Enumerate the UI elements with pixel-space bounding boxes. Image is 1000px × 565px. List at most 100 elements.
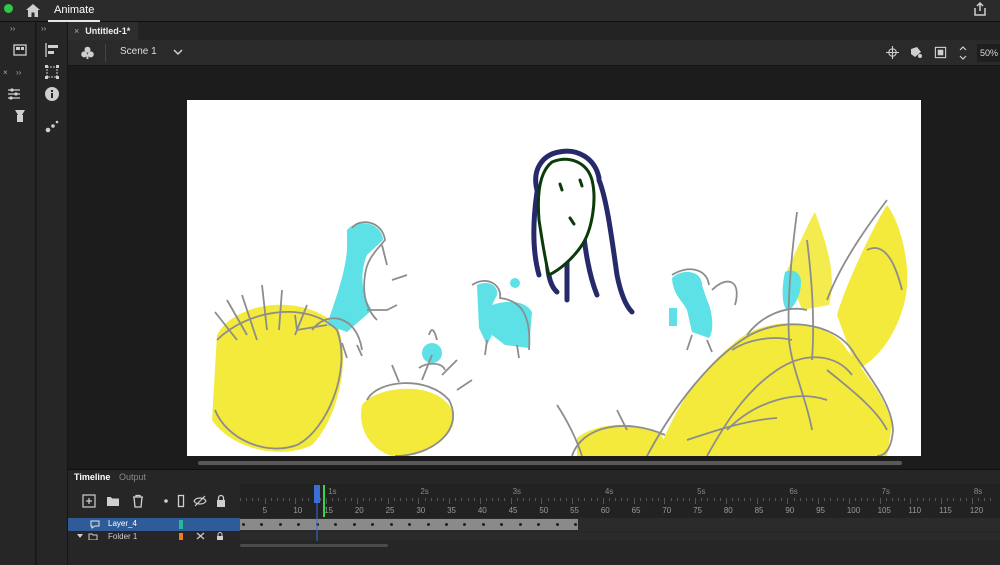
properties-icon[interactable] [6,86,22,102]
layer-row-layer-4[interactable]: Layer_4 [68,518,240,531]
close-panel-icon[interactable]: × [3,68,8,77]
ruler-second-label: 2s [420,487,429,496]
ruler-tick [326,498,328,504]
ruler-tick [240,498,241,501]
ruler-tick [621,498,623,501]
chevron-down-icon[interactable] [76,533,84,539]
lock-icon[interactable] [216,532,224,540]
zoom-stepper-icon[interactable] [959,44,967,62]
ruler-frame-label: 75 [693,506,702,515]
ruler-tick [848,498,850,504]
ruler-tick [775,498,777,501]
ruler-tick [738,498,740,501]
info-icon[interactable] [44,86,60,102]
keyframe-dot[interactable] [352,523,356,526]
folder-1-frames[interactable] [240,532,1000,540]
stage-horizontal-scrollbar[interactable] [198,461,902,465]
tab-untitled-1[interactable]: × Untitled-1* [68,22,139,40]
timeline-horizontal-scrollbar[interactable] [240,544,388,547]
ruler-tick [701,498,703,501]
center-stage-icon[interactable] [886,46,899,59]
layer-row-folder-1[interactable]: Folder 1 [68,532,240,540]
ruler-tick [867,498,869,501]
ruler-frame-label: 120 [969,506,984,515]
dot-icon[interactable] [159,494,173,508]
ruler-tick [885,498,887,501]
left-panel-tools: ›› [37,22,68,565]
ruler-tick [473,498,475,501]
edit-symbols-icon[interactable] [80,45,95,60]
layer-color-swatch[interactable] [179,520,183,529]
lock-icon[interactable] [214,494,228,508]
ruler-tick [842,498,844,501]
keyframe-dot[interactable] [481,523,485,526]
window-status-dot[interactable] [4,4,13,13]
delete-layer-icon[interactable] [131,494,145,508]
visibility-icon[interactable] [193,494,207,508]
ruler-tick [910,498,912,504]
chevron-down-icon[interactable] [173,48,183,56]
clip-icon[interactable] [909,45,923,59]
ruler-tick [319,498,321,501]
motion-presets-icon[interactable] [44,118,60,134]
keyframe-dot[interactable] [555,523,559,526]
tab-output[interactable]: Output [119,472,146,482]
ruler-tick [461,498,463,501]
close-icon[interactable]: × [74,26,79,36]
ruler-frame-label: 30 [416,506,426,515]
ruler-tick [916,498,918,501]
keyframe-dot[interactable] [242,523,245,526]
folder-icon [88,533,98,540]
fit-stage-icon[interactable] [934,46,947,59]
ruler-tick [984,498,986,501]
ruler-tick [246,498,248,501]
ruler-tick [338,498,340,501]
expand-panel-icon[interactable]: ›› [41,24,46,33]
ruler-tick [252,498,254,501]
layer-4-frames[interactable] [240,518,1000,531]
ruler-frame-label: 15 [324,506,333,515]
ruler-frame-label: 25 [385,506,395,515]
ruler-tick [565,498,567,501]
stage-canvas[interactable] [187,100,921,456]
ruler-tick [553,498,555,501]
transform-icon[interactable] [44,64,60,80]
app-title[interactable]: Animate [48,0,101,22]
outline-icon[interactable] [174,494,188,508]
ruler-tick [781,498,783,501]
ruler-tick [861,498,863,501]
ruler-tick [811,498,813,501]
keyframe-dot[interactable] [278,523,282,526]
home-icon[interactable] [24,2,42,18]
ruler-tick [467,498,469,501]
expand-panel-icon[interactable]: ›› [10,24,15,33]
left-panel-collapsed: ›› × ›› [0,22,36,565]
outline-mode-icon[interactable] [196,532,205,540]
expand-panel-icon[interactable]: ›› [16,68,21,77]
keyframe-dot[interactable] [389,523,393,526]
new-layer-icon[interactable] [82,494,96,508]
share-icon[interactable] [972,1,988,17]
keyframe-dot[interactable] [444,523,448,526]
folder-name[interactable]: Folder 1 [108,532,137,540]
ruler-tick [658,498,660,501]
keyframe-dot[interactable] [518,523,522,526]
keyframe-dot[interactable] [426,523,430,526]
align-icon[interactable] [44,42,60,58]
tab-timeline[interactable]: Timeline [74,472,110,482]
timeline-ruler[interactable]: 5 10 15 20 25 30 35 40 45 50 55 60 65 70 75 80 85 90 95 100… [240,484,1000,518]
library-icon[interactable] [12,42,28,58]
layer-name[interactable]: Layer_4 [108,519,137,528]
scene-name[interactable]: Scene 1 [120,46,157,57]
playhead[interactable] [314,485,320,541]
zoom-input[interactable]: 50% [977,44,1000,62]
layer-icon [90,520,100,529]
ruler-tick [375,498,377,501]
ruler-tick [270,498,272,501]
brush-library-icon[interactable] [12,108,28,124]
layer-color-swatch[interactable] [179,533,183,540]
ruler-tick [486,498,487,501]
new-folder-icon[interactable] [106,494,120,508]
ruler-tick [756,498,758,504]
ruler-frame-label: 115 [939,506,952,515]
